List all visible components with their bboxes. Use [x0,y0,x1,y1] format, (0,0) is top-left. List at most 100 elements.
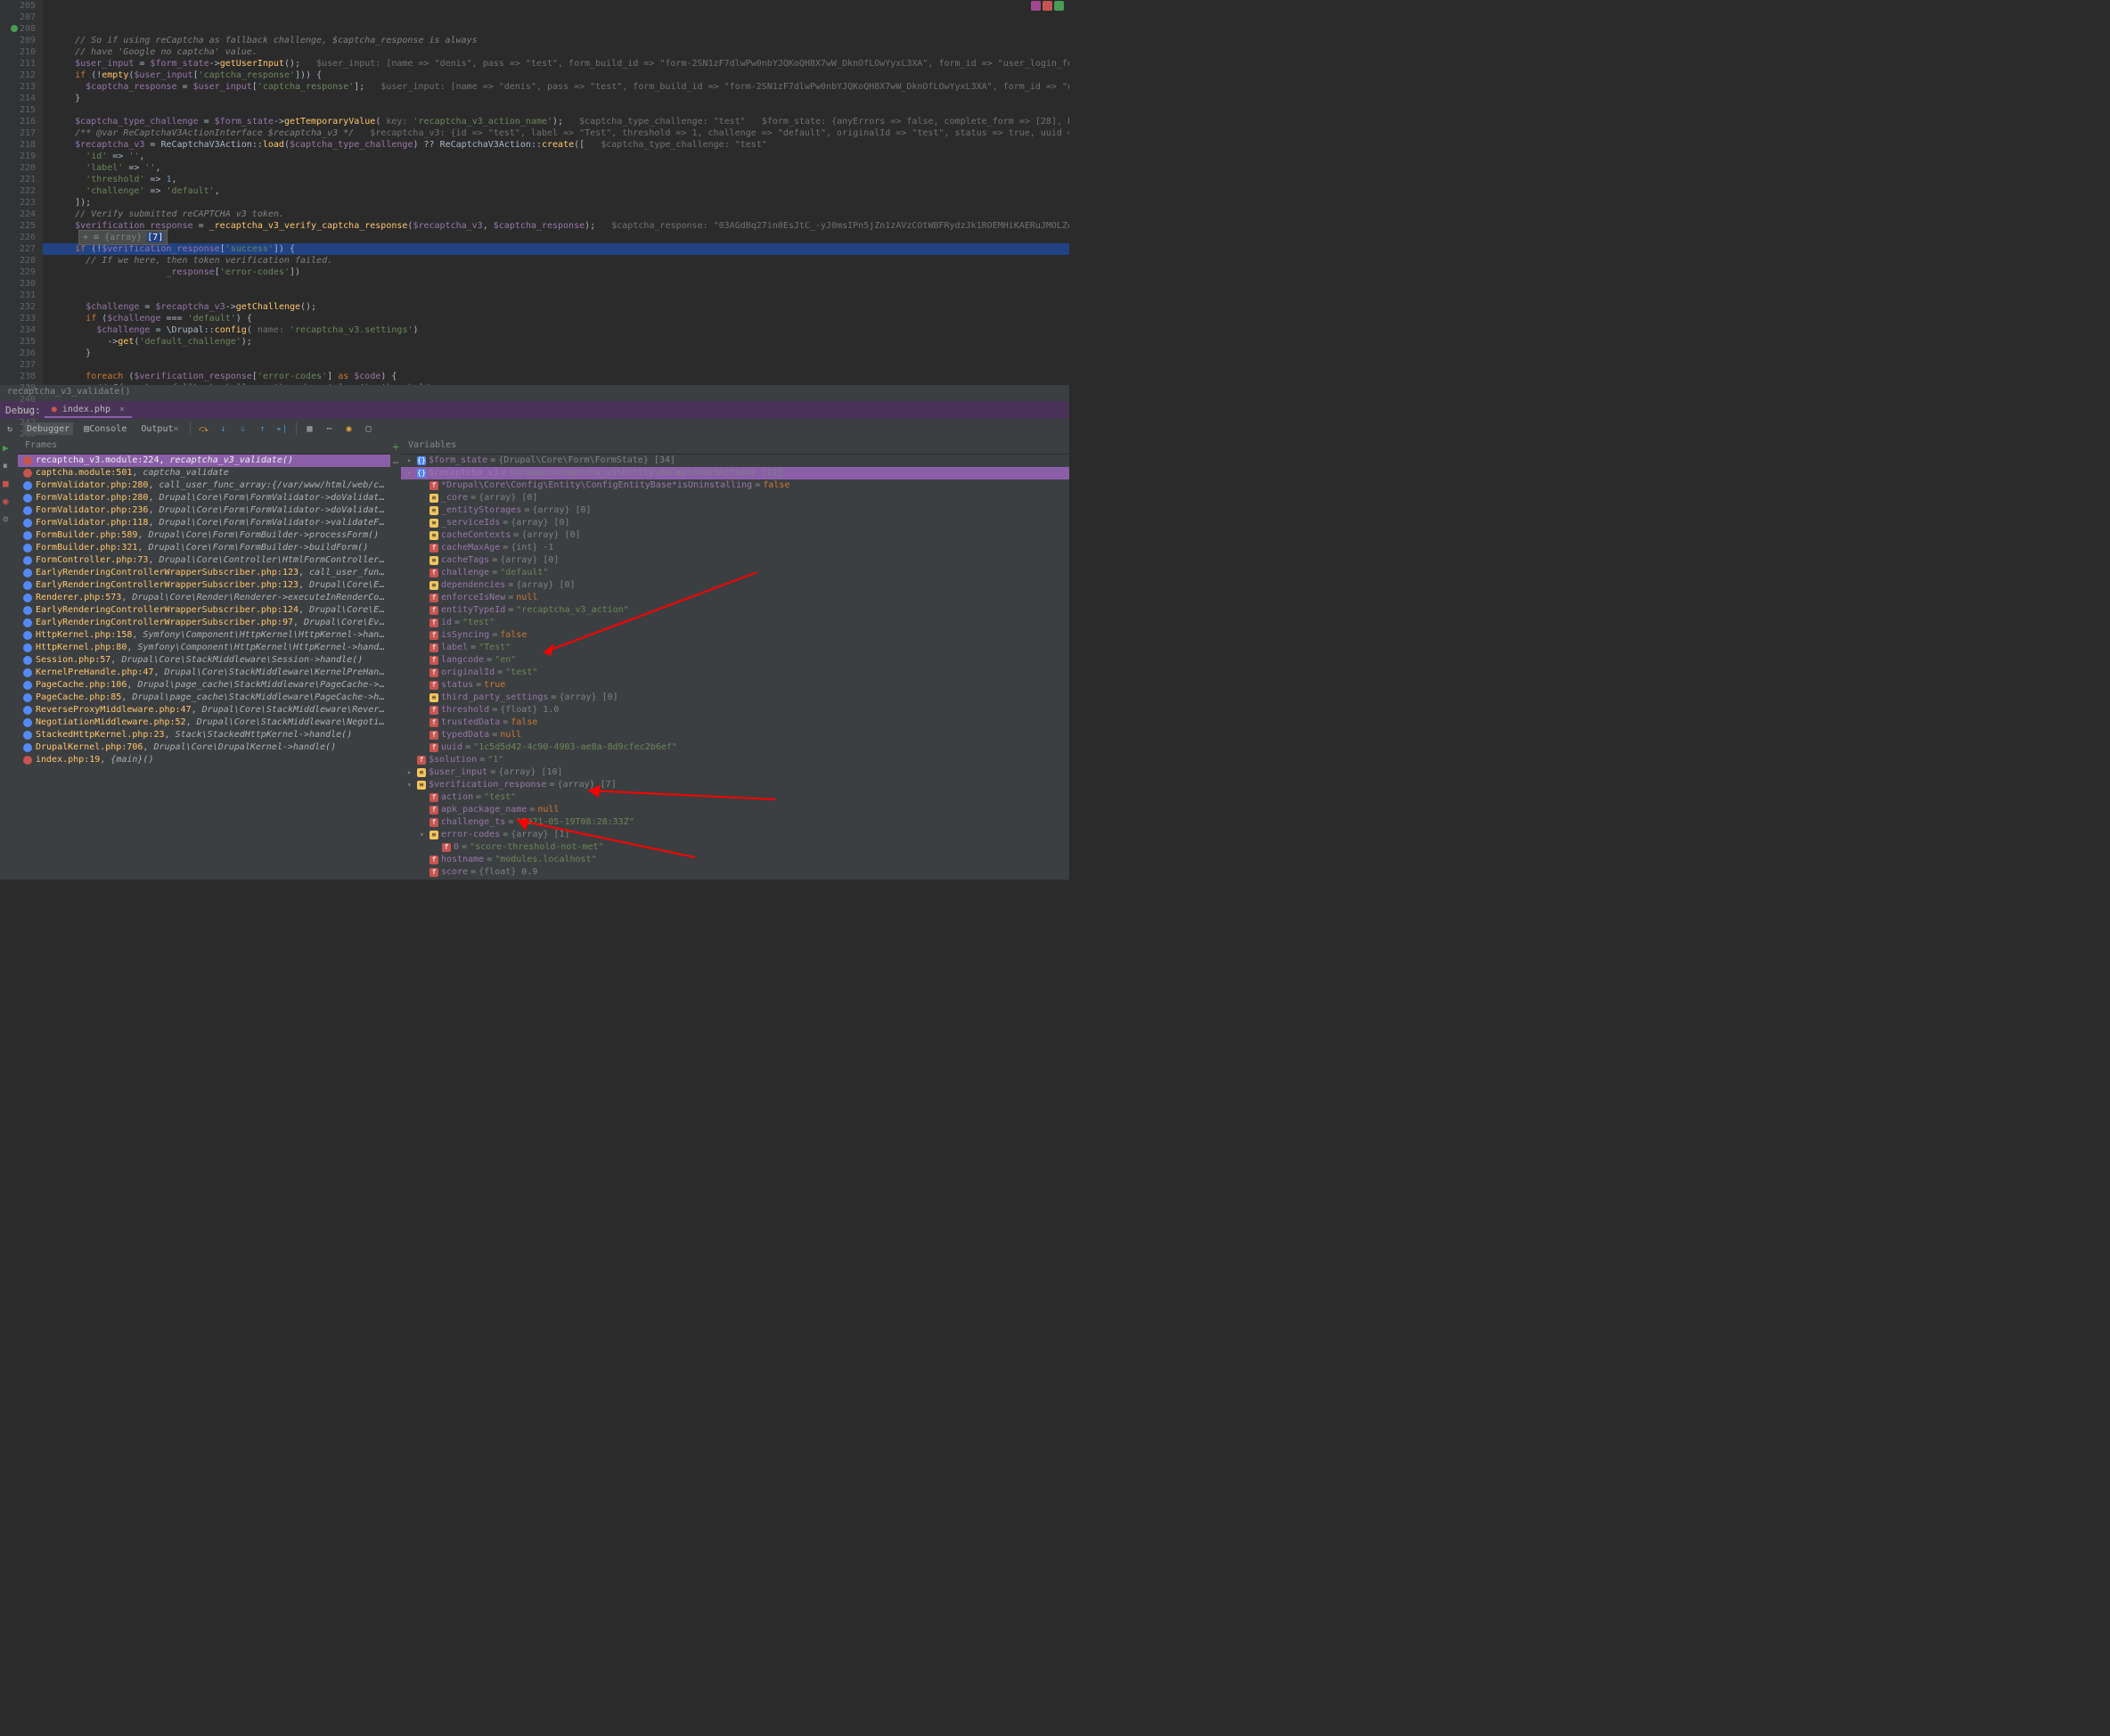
gutter-line[interactable]: 225 [0,220,36,232]
variable-row[interactable]: f isSyncing = false [401,629,1069,642]
debug-tab-index[interactable]: ● index.php × [45,403,132,418]
settings-icon[interactable]: ◉ [343,422,356,435]
frame-row[interactable]: FormBuilder.php:589, Drupal\Core\Form\Fo… [18,529,390,542]
pause-icon[interactable]: ⏸ [3,460,15,472]
variable-row[interactable]: f uuid = "1c5d5d42-4c90-4903-ae8a-8d9cfe… [401,741,1069,754]
variable-row[interactable]: ≡ third_party_settings = {array} [0] [401,692,1069,704]
frame-row[interactable]: index.php:19, {main}() [18,754,390,766]
frame-row[interactable]: Session.php:57, Drupal\Core\StackMiddlew… [18,654,390,667]
evaluate-icon[interactable]: ▦ [304,422,316,435]
frame-row[interactable]: ReverseProxyMiddleware.php:47, Drupal\Co… [18,704,390,717]
variable-row[interactable]: f originalId = "test" [401,667,1069,679]
warning-icon[interactable] [1043,1,1052,11]
info-icon[interactable] [1054,1,1064,11]
gutter-line[interactable]: 218 [0,139,36,151]
frame-row[interactable]: FormValidator.php:236, Drupal\Core\Form\… [18,504,390,517]
stop-icon[interactable]: ■ [3,478,15,490]
variable-row[interactable]: f challenge = "default" [401,567,1069,579]
gutter-line[interactable]: 224 [0,209,36,220]
gutter-line[interactable]: 228 [0,255,36,266]
variable-row[interactable]: ≡ _serviceIds = {array} [0] [401,517,1069,529]
variable-row[interactable]: f hostname = "modules.localhost" [401,854,1069,866]
frame-row[interactable]: KernelPreHandle.php:47, Drupal\Core\Stac… [18,667,390,679]
variable-row[interactable]: f action = "test" [401,791,1069,804]
gutter-line[interactable]: 220 [0,162,36,174]
frame-row[interactable]: HttpKernel.php:80, Symfony\Component\Htt… [18,642,390,654]
variable-row[interactable]: ≡ cacheTags = {array} [0] [401,554,1069,567]
gutter-line[interactable]: 223 [0,197,36,209]
gutter-line[interactable]: 236 [0,348,36,359]
frame-row[interactable]: captcha.module:501, captcha_validate [18,467,390,479]
gutter-line[interactable]: 212 [0,70,36,81]
variable-row[interactable]: f typedData = null [401,729,1069,741]
variable-row[interactable]: f 0 = "score-threshold-not-met" [401,841,1069,854]
frame-row[interactable]: NegotiationMiddleware.php:52, Drupal\Cor… [18,717,390,729]
mute-breakpoints-icon[interactable]: ⊘ [3,513,15,526]
close-icon[interactable]: × [173,424,178,434]
variable-row[interactable]: f threshold = {float} 1.0 [401,704,1069,717]
gutter-line[interactable]: 213 [0,81,36,93]
variable-row[interactable]: f challenge_ts = "2021-05-19T08:28:33Z" [401,816,1069,829]
frame-row[interactable]: recaptcha_v3.module:224, recaptcha_v3_va… [18,454,390,467]
variable-row[interactable]: ▸≡ $user_input = {array} [10] [401,766,1069,779]
variable-row[interactable]: ≡ dependencies = {array} [0] [401,579,1069,592]
remove-watch-icon[interactable]: − [392,456,398,469]
variable-row[interactable]: f id = "test" [401,617,1069,629]
gutter-line[interactable]: 217 [0,127,36,139]
frame-row[interactable]: FormValidator.php:118, Drupal\Core\Form\… [18,517,390,529]
variable-row[interactable]: ▸{} $form_state = {Drupal\Core\Form\Form… [401,454,1069,467]
frame-row[interactable]: EarlyRenderingControllerWrapperSubscribe… [18,617,390,629]
gutter-line[interactable]: 232 [0,301,36,313]
variable-row[interactable]: f cacheMaxAge = {int} -1 [401,542,1069,554]
variable-row[interactable]: ≡ _core = {array} [0] [401,492,1069,504]
more-icon[interactable]: ⋯ [323,422,336,435]
gutter-line[interactable]: 238 [0,371,36,382]
step-over-icon[interactable]: ⤼ [198,422,210,435]
inspection-icon[interactable] [1031,1,1041,11]
step-out-icon[interactable]: ↑ [257,422,269,435]
variable-row[interactable]: f langcode = "en" [401,654,1069,667]
variable-row[interactable]: ▾≡ error-codes = {array} [1] [401,829,1069,841]
code-content[interactable]: // So if using reCaptcha as fallback cha… [43,0,1069,385]
variable-row[interactable]: f status = true [401,679,1069,692]
frame-row[interactable]: Renderer.php:573, Drupal\Core\Render\Ren… [18,592,390,604]
gutter-line[interactable]: 207 [0,12,36,23]
variable-row[interactable]: f success = false [401,879,1069,880]
gutter-line[interactable]: 214 [0,93,36,104]
gutter-line[interactable]: 227 [0,243,36,255]
variable-row[interactable]: f enforceIsNew = null [401,592,1069,604]
gutter-line[interactable]: 233 [0,313,36,324]
resume-icon[interactable]: ▶ [3,442,15,454]
debugger-tab[interactable]: Debugger [23,422,73,435]
run-to-cursor-icon[interactable]: ▸| [276,422,289,435]
frame-row[interactable]: EarlyRenderingControllerWrapperSubscribe… [18,567,390,579]
gutter-line[interactable]: 229 [0,266,36,278]
frame-row[interactable]: DrupalKernel.php:706, Drupal\Core\Drupal… [18,741,390,754]
frame-row[interactable]: FormValidator.php:280, call_user_func_ar… [18,479,390,492]
layout-icon[interactable]: ▢ [363,422,375,435]
variable-row[interactable]: f $solution = "1" [401,754,1069,766]
variable-row[interactable]: ▾{} $recaptcha_v3 = {Drupal\recaptcha_v3… [401,467,1069,479]
console-tab[interactable]: ▤ Console [80,422,130,435]
gutter-line[interactable]: 219 [0,151,36,162]
gutter-line[interactable]: 216 [0,116,36,127]
force-step-into-icon[interactable]: ⇓ [237,422,249,435]
close-icon[interactable]: × [119,405,125,414]
frame-row[interactable]: FormController.php:73, Drupal\Core\Contr… [18,554,390,567]
gutter-line[interactable]: 231 [0,290,36,301]
gutter-line[interactable]: 237 [0,359,36,371]
variable-row[interactable]: ▾≡ $verification_response = {array} [7] [401,779,1069,791]
gutter-line[interactable]: 235 [0,336,36,348]
frame-row[interactable]: EarlyRenderingControllerWrapperSubscribe… [18,579,390,592]
variables-list[interactable]: ▸{} $form_state = {Drupal\Core\Form\Form… [401,454,1069,880]
variable-row[interactable]: f trustedData = false [401,717,1069,729]
gutter-line[interactable]: 215 [0,104,36,116]
gutter-line[interactable]: 234 [0,324,36,336]
gutter-line[interactable]: 211 [0,58,36,70]
frame-row[interactable]: FormBuilder.php:321, Drupal\Core\Form\Fo… [18,542,390,554]
frames-list[interactable]: recaptcha_v3.module:224, recaptcha_v3_va… [18,454,390,880]
frame-row[interactable]: PageCache.php:106, Drupal\page_cache\Sta… [18,679,390,692]
variable-row[interactable]: f apk_package_name = null [401,804,1069,816]
gutter-line[interactable]: 221 [0,174,36,185]
frame-row[interactable]: StackedHttpKernel.php:23, Stack\StackedH… [18,729,390,741]
